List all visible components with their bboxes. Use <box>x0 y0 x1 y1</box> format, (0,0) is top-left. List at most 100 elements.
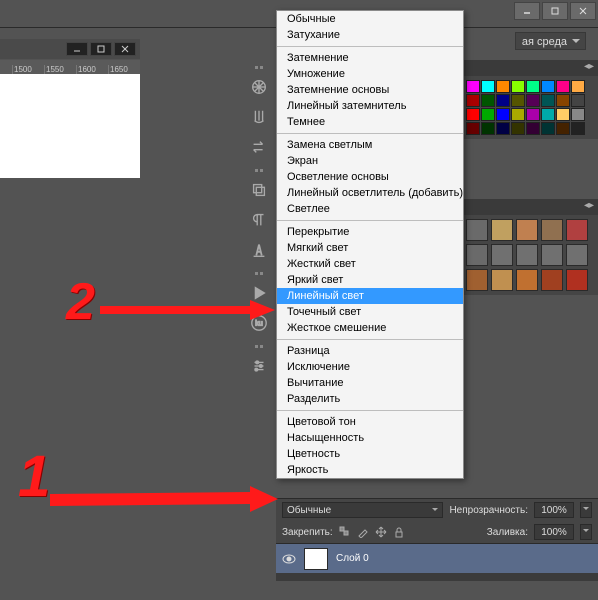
blend-mode-item[interactable]: Темнее <box>277 114 463 130</box>
blend-mode-item[interactable]: Мягкий свет <box>277 240 463 256</box>
swatch[interactable] <box>481 80 495 93</box>
blend-mode-item[interactable]: Разница <box>277 343 463 359</box>
swatches-panel[interactable] <box>462 76 598 139</box>
swatch[interactable] <box>556 108 570 121</box>
swatch[interactable] <box>496 80 510 93</box>
blend-mode-item[interactable]: Жесткий свет <box>277 256 463 272</box>
swatch[interactable] <box>571 94 585 107</box>
style-swatch[interactable] <box>566 244 588 266</box>
blend-mode-item[interactable]: Обычные <box>277 11 463 27</box>
style-swatch[interactable] <box>466 269 488 291</box>
blend-mode-item[interactable]: Цветовой тон <box>277 414 463 430</box>
blend-mode-item[interactable]: Жесткое смешение <box>277 320 463 336</box>
paragraph-icon[interactable] <box>245 206 273 234</box>
opacity-stepper[interactable] <box>580 502 592 518</box>
swatch[interactable] <box>556 80 570 93</box>
environment-dropdown[interactable]: ая среда <box>515 32 586 50</box>
blend-mode-item[interactable]: Светлее <box>277 201 463 217</box>
doc-minimize-button[interactable] <box>66 42 88 56</box>
swatch[interactable] <box>556 122 570 135</box>
style-swatch[interactable] <box>491 219 513 241</box>
blend-mode-item[interactable]: Исключение <box>277 359 463 375</box>
swatch[interactable] <box>496 122 510 135</box>
swatch[interactable] <box>466 80 480 93</box>
style-swatch[interactable] <box>516 269 538 291</box>
swap-icon[interactable] <box>245 133 273 161</box>
swatch[interactable] <box>511 122 525 135</box>
wheel-icon[interactable] <box>245 73 273 101</box>
style-swatch[interactable] <box>491 269 513 291</box>
panel-grip[interactable] <box>243 343 275 350</box>
swatch[interactable] <box>481 108 495 121</box>
blend-mode-item[interactable]: Замена светлым <box>277 137 463 153</box>
panel-grip[interactable] <box>243 270 275 277</box>
character-icon[interactable] <box>245 236 273 264</box>
document-canvas[interactable] <box>0 74 140 178</box>
blend-mode-item[interactable]: Осветление основы <box>277 169 463 185</box>
panel-grip[interactable] <box>243 64 275 71</box>
blend-mode-item[interactable]: Линейный осветлитель (добавить) <box>277 185 463 201</box>
style-swatch[interactable] <box>541 269 563 291</box>
blend-mode-item[interactable]: Затемнение <box>277 50 463 66</box>
doc-maximize-button[interactable] <box>90 42 112 56</box>
swatch[interactable] <box>526 108 540 121</box>
blend-mode-item[interactable]: Вычитание <box>277 375 463 391</box>
swatch[interactable] <box>541 108 555 121</box>
panel-tabstrip[interactable]: ◂▸ <box>462 60 598 76</box>
swatch[interactable] <box>511 94 525 107</box>
layers-icon[interactable] <box>245 176 273 204</box>
lock-move-icon[interactable] <box>375 526 387 538</box>
blend-mode-item[interactable]: Перекрытие <box>277 224 463 240</box>
blend-mode-item[interactable]: Яркий свет <box>277 272 463 288</box>
swatch[interactable] <box>466 122 480 135</box>
swatch[interactable] <box>541 122 555 135</box>
style-swatch[interactable] <box>541 219 563 241</box>
swatch[interactable] <box>541 94 555 107</box>
swatch[interactable] <box>481 94 495 107</box>
swatch[interactable] <box>526 94 540 107</box>
swatch[interactable] <box>466 94 480 107</box>
minimize-button[interactable] <box>514 2 540 20</box>
blend-mode-item[interactable]: Экран <box>277 153 463 169</box>
style-swatch[interactable] <box>566 219 588 241</box>
swatch[interactable] <box>526 122 540 135</box>
brushes-icon[interactable] <box>245 103 273 131</box>
fill-value[interactable]: 100% <box>534 524 574 540</box>
blend-mode-item[interactable]: Разделить <box>277 391 463 407</box>
swatch[interactable] <box>556 94 570 107</box>
panel-tabstrip[interactable]: ◂▸ <box>462 199 598 215</box>
panel-collapse-icon[interactable]: ◂▸ <box>580 60 598 73</box>
blend-mode-dropdown[interactable]: Обычные <box>282 502 443 518</box>
swatch[interactable] <box>571 80 585 93</box>
blend-mode-item[interactable]: Умножение <box>277 66 463 82</box>
blend-mode-item[interactable]: Точечный свет <box>277 304 463 320</box>
swatch[interactable] <box>496 108 510 121</box>
layer-name[interactable]: Слой 0 <box>336 553 369 564</box>
blend-mode-item[interactable]: Насыщенность <box>277 430 463 446</box>
blend-mode-item[interactable]: Линейный свет <box>277 288 463 304</box>
style-swatch[interactable] <box>566 269 588 291</box>
styles-panel[interactable] <box>462 215 598 295</box>
swatch[interactable] <box>571 122 585 135</box>
style-swatch[interactable] <box>516 219 538 241</box>
opacity-value[interactable]: 100% <box>534 502 574 518</box>
lock-all-icon[interactable] <box>393 526 405 538</box>
panel-grip[interactable] <box>243 167 275 174</box>
maximize-button[interactable] <box>542 2 568 20</box>
panel-collapse-icon[interactable]: ◂▸ <box>580 199 598 212</box>
swatch[interactable] <box>496 94 510 107</box>
style-swatch[interactable] <box>466 219 488 241</box>
visibility-toggle[interactable] <box>282 552 296 566</box>
style-swatch[interactable] <box>491 244 513 266</box>
fill-stepper[interactable] <box>580 524 592 540</box>
swatch[interactable] <box>571 108 585 121</box>
adjust-icon[interactable] <box>245 352 273 380</box>
lock-transparent-icon[interactable] <box>339 526 351 538</box>
layer-thumbnail[interactable] <box>304 548 328 570</box>
blend-mode-item[interactable]: Яркость <box>277 462 463 478</box>
close-button[interactable] <box>570 2 596 20</box>
swatch[interactable] <box>526 80 540 93</box>
swatch[interactable] <box>511 108 525 121</box>
doc-close-button[interactable] <box>114 42 136 56</box>
blend-mode-item[interactable]: Цветность <box>277 446 463 462</box>
